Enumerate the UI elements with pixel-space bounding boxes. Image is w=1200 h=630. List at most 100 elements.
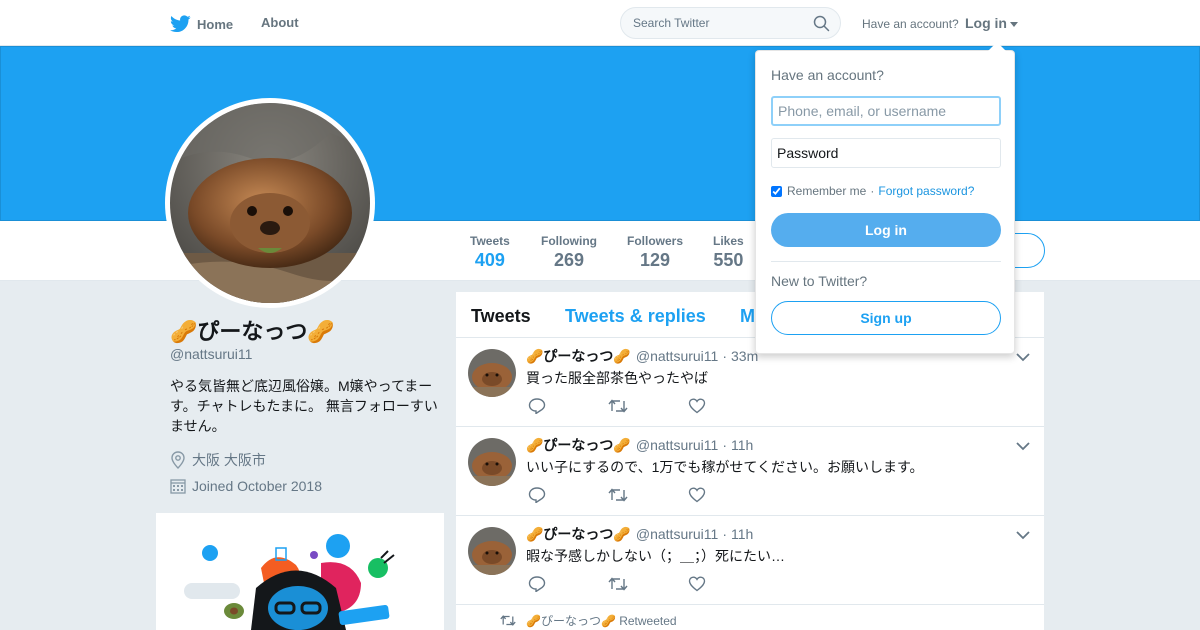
chevron-down-icon[interactable] <box>1016 530 1030 540</box>
tab-tweets[interactable]: Tweets <box>471 306 531 327</box>
beaver-photo <box>468 349 516 397</box>
stat-tweets[interactable]: Tweets 409 <box>470 234 510 271</box>
remember-me-label[interactable]: Remember me <box>787 184 866 198</box>
stat-following[interactable]: Following 269 <box>541 234 597 271</box>
beaver-photo <box>468 527 516 575</box>
like-icon <box>688 576 706 592</box>
dropdown-divider <box>771 261 1001 262</box>
new-to-twitter-text: New to Twitter? <box>771 273 868 289</box>
tweet-timestamp[interactable]: 11h <box>731 437 753 453</box>
location-pin-icon <box>171 451 185 469</box>
profile-location: 大阪 大阪市 <box>170 450 266 470</box>
stat-label: Followers <box>627 234 684 248</box>
chevron-down-icon[interactable] <box>1016 352 1030 362</box>
dropdown-title: Have an account? <box>771 67 884 83</box>
reply-button[interactable] <box>528 576 608 597</box>
joined-text: Joined October 2018 <box>192 478 322 494</box>
reply-icon <box>528 398 546 415</box>
stat-value: 129 <box>639 250 671 270</box>
tweet-text: 買った服全部茶色やったやば <box>526 370 708 386</box>
like-button[interactable] <box>688 398 768 419</box>
forgot-password-link[interactable]: Forgot password? <box>878 184 974 198</box>
have-account-text: Have an account? <box>862 17 959 31</box>
retweet-button[interactable] <box>608 576 688 597</box>
tweet-actions <box>528 398 768 419</box>
signup-button[interactable]: Sign up <box>771 301 1001 335</box>
stat-label: Tweets <box>470 234 510 248</box>
separator-dot: · <box>870 184 875 198</box>
tweet-item[interactable]: 🥜ぴーなっつ🥜 @nattsurui11 · 11h 暇な予感しかしない（；＿；… <box>456 516 1044 605</box>
tweet-actions <box>528 487 768 508</box>
like-icon <box>688 398 706 414</box>
reply-button[interactable] <box>528 487 608 508</box>
profile-joined: Joined October 2018 <box>170 478 322 494</box>
remember-me-checkbox[interactable] <box>771 185 782 197</box>
retweet-button[interactable] <box>608 487 688 508</box>
stat-label: Likes <box>713 234 744 248</box>
search-input[interactable] <box>621 8 801 38</box>
nav-home-link[interactable]: Home <box>170 15 233 33</box>
retweeted-context: 🥜ぴーなっつ🥜 Retweeted <box>500 612 677 629</box>
nav-home-label: Home <box>197 16 234 32</box>
caret-down-icon <box>1010 21 1018 27</box>
search-icon[interactable] <box>813 15 830 32</box>
stat-likes[interactable]: Likes 550 <box>713 234 744 271</box>
reply-icon <box>528 487 546 504</box>
search-box <box>620 7 841 39</box>
retweet-icon <box>608 399 628 413</box>
like-icon <box>688 487 706 503</box>
stat-followers[interactable]: Followers 129 <box>627 234 683 271</box>
twitter-bird-icon <box>170 15 191 33</box>
tweet-author-handle[interactable]: @nattsurui11 <box>636 348 718 364</box>
tweet-author-name[interactable]: 🥜ぴーなっつ🥜 <box>526 346 631 366</box>
tweet-separator: · <box>722 437 727 453</box>
tweet-author-handle[interactable]: @nattsurui11 <box>636 526 718 542</box>
login-button[interactable]: Log in <box>771 213 1001 247</box>
stat-value: 550 <box>713 250 744 270</box>
tweet-item[interactable]: 🥜ぴーなっつ🥜 @nattsurui11 · 11h いい子にするので、1万でも… <box>456 427 1044 516</box>
nav-about-link[interactable]: About <box>261 15 299 30</box>
reply-button[interactable] <box>528 398 608 419</box>
tweet-author-name[interactable]: 🥜ぴーなっつ🥜 <box>526 435 631 455</box>
tweet-separator: · <box>722 348 727 364</box>
retweet-icon <box>500 615 516 626</box>
retweeted-text[interactable]: 🥜ぴーなっつ🥜 Retweeted <box>526 612 677 629</box>
tweet-text: 暇な予感しかしない（；＿；）死にたい… <box>526 548 785 564</box>
reply-icon <box>528 576 546 593</box>
like-button[interactable] <box>688 576 768 597</box>
profile-name[interactable]: 🥜ぴーなっつ🥜 <box>170 314 335 346</box>
login-toggle-label: Log in <box>965 15 1007 31</box>
stat-value: 269 <box>553 250 585 270</box>
password-field[interactable] <box>771 138 1001 168</box>
login-dropdown: Have an account? Remember me · Forgot pa… <box>755 42 1015 354</box>
login-dropdown-toggle[interactable]: Log in <box>965 15 1018 31</box>
active-stat-underline <box>455 57 526 60</box>
tweet-separator: · <box>722 526 727 542</box>
tweet-timestamp[interactable]: 11h <box>731 526 753 542</box>
remember-me-row: Remember me · Forgot password? <box>771 184 974 198</box>
username-field[interactable] <box>771 96 1001 126</box>
stat-label: Following <box>541 234 597 248</box>
tweet-avatar[interactable] <box>468 349 516 397</box>
retweet-icon <box>608 577 628 591</box>
chevron-down-icon[interactable] <box>1016 441 1030 451</box>
profile-handle[interactable]: @nattsurui11 <box>170 346 252 362</box>
tab-media[interactable]: M <box>740 306 755 327</box>
beaver-photo <box>170 103 370 303</box>
retweet-button[interactable] <box>608 398 688 419</box>
profile-avatar[interactable] <box>165 98 375 308</box>
promo-illustration <box>184 534 395 630</box>
tweet-author-name[interactable]: 🥜ぴーなっつ🥜 <box>526 524 631 544</box>
tweet-author-handle[interactable]: @nattsurui11 <box>636 437 718 453</box>
like-button[interactable] <box>688 487 768 508</box>
tweet-avatar[interactable] <box>468 438 516 486</box>
tweet-header: 🥜ぴーなっつ🥜 @nattsurui11 · 33m <box>526 346 758 366</box>
tab-tweets-replies[interactable]: Tweets & replies <box>565 306 706 327</box>
tweet-actions <box>528 576 768 597</box>
tweet-avatar[interactable] <box>468 527 516 575</box>
location-text: 大阪 大阪市 <box>192 452 266 468</box>
retweet-icon <box>608 488 628 502</box>
tweet-header: 🥜ぴーなっつ🥜 @nattsurui11 · 11h <box>526 524 753 544</box>
beaver-photo <box>468 438 516 486</box>
top-nav: Home About Have an account? Log in <box>0 0 1200 46</box>
